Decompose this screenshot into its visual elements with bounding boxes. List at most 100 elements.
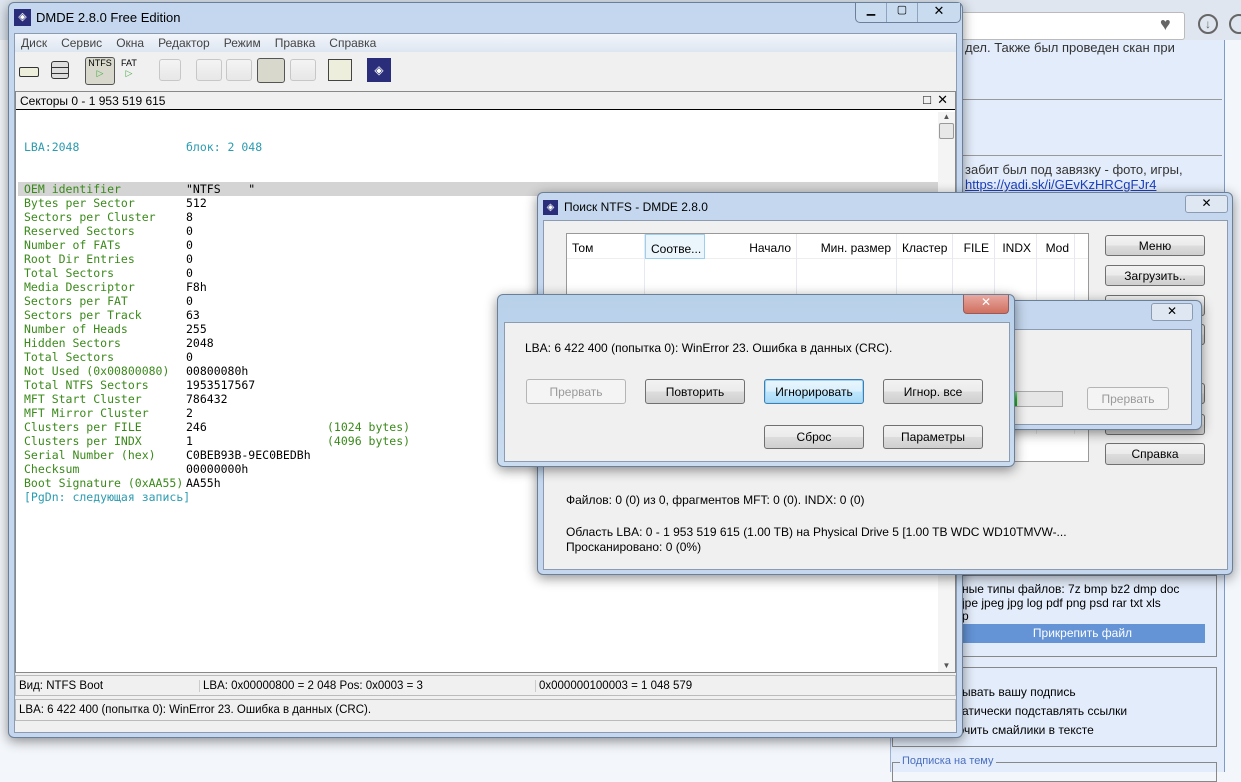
fat-search-button[interactable]: FAT ▷ xyxy=(121,58,137,79)
field-value: 0 xyxy=(186,252,193,266)
field-name: Not Used (0x00800080) xyxy=(24,364,170,378)
field-name: OEM identifier xyxy=(24,182,121,196)
menu-windows[interactable]: Окна xyxy=(116,36,144,50)
field-value: F8h xyxy=(186,280,207,294)
browser-search-box[interactable] xyxy=(955,12,1185,40)
field-name: Hidden Sectors xyxy=(24,336,121,350)
copy-sectors-icon[interactable] xyxy=(328,59,352,81)
field-name: Media Descriptor xyxy=(24,280,135,294)
load-button[interactable]: Загрузить.. xyxy=(1105,265,1205,286)
find-icon[interactable] xyxy=(290,59,316,81)
field-value: "NTFS " xyxy=(186,182,256,196)
field-name: Checksum xyxy=(24,462,80,476)
divider xyxy=(960,155,1222,156)
field-note: (4096 bytes) xyxy=(327,434,411,448)
menu-help[interactable]: Справка xyxy=(329,36,376,50)
menu-button[interactable]: Меню xyxy=(1105,235,1205,256)
post-text: забит был под завязку - фото, игры, xyxy=(965,162,1183,177)
scroll-thumb[interactable] xyxy=(939,123,954,139)
menu-edit[interactable]: Правка xyxy=(275,36,316,50)
close-button[interactable]: ✕ xyxy=(917,3,960,22)
option-signature[interactable]: ывать вашу подпись xyxy=(962,685,1076,699)
field-name: Clusters per FILE xyxy=(24,420,142,434)
app-logo-icon: ◈ xyxy=(543,200,558,215)
field-value: 2048 xyxy=(186,336,214,350)
abort-button[interactable]: Прервать xyxy=(1087,387,1169,410)
retry-button[interactable]: Повторить xyxy=(645,379,745,404)
field-name: MFT Mirror Cluster xyxy=(24,406,149,420)
field-value: 246 xyxy=(186,420,207,434)
heart-icon[interactable]: ♥ xyxy=(1160,14,1171,35)
field-name: Sectors per Cluster xyxy=(24,210,156,224)
field-name: MFT Start Cluster xyxy=(24,392,142,406)
menu-bar: Диск Сервис Окна Редактор Режим Правка С… xyxy=(15,34,956,52)
field-value: 00800080h xyxy=(186,364,249,378)
scanned-progress: Просканировано: 0 (0%) xyxy=(566,540,702,554)
field-name: Boot Signature (0xAA55) xyxy=(24,476,184,490)
field-name: Number of Heads xyxy=(24,322,128,336)
column-header[interactable]: Соотве... xyxy=(645,234,705,259)
panel-close-icon[interactable]: ✕ xyxy=(937,92,948,108)
panel-maximize-icon[interactable]: □ xyxy=(923,92,931,107)
attach-file-button[interactable]: Прикрепить файл xyxy=(960,624,1205,643)
menu-service[interactable]: Сервис xyxy=(61,36,102,50)
minimize-button[interactable]: ▁ xyxy=(856,3,886,22)
table-header: Том Соотве... Начало Мин. размер Кластер FILE… xyxy=(567,234,1088,434)
post-link[interactable]: https://yadi.sk/i/GEvKzHRCgFJr4 xyxy=(965,177,1156,192)
scan-area: Область LBA: 0 - 1 953 519 615 (1.00 TB)… xyxy=(566,525,1067,539)
divider xyxy=(960,99,1222,100)
field-value: 0 xyxy=(186,238,193,252)
field-value: 1 xyxy=(186,434,193,448)
window-title: DMDE 2.8.0 Free Edition xyxy=(36,10,181,25)
hex-view-icon[interactable] xyxy=(257,58,285,83)
status-view: Вид: NTFS Boot xyxy=(16,679,200,692)
option-links[interactable]: атически подставлять ссылки xyxy=(962,704,1127,718)
close-button[interactable]: ✕ xyxy=(963,295,1009,314)
close-button[interactable]: ✕ xyxy=(1185,195,1228,213)
new-icon[interactable] xyxy=(159,59,181,81)
field-name: Sectors per Track xyxy=(24,308,142,322)
field-name: Bytes per Sector xyxy=(24,196,135,210)
error-message: LBA: 6 422 400 (попытка 0): WinError 23.… xyxy=(525,341,893,355)
maximize-button[interactable]: ▢ xyxy=(886,3,917,22)
list-view-icon[interactable] xyxy=(226,59,252,81)
field-name: Reserved Sectors xyxy=(24,224,135,238)
field-name: Root Dir Entries xyxy=(24,252,135,266)
panel-header: Секторы 0 - 1 953 519 615 □ ✕ xyxy=(16,92,955,110)
help-button[interactable]: Справка xyxy=(1105,443,1205,465)
field-value: 255 xyxy=(186,322,207,336)
reset-button[interactable]: Сброс xyxy=(764,425,864,449)
tree-view-icon[interactable] xyxy=(196,59,222,81)
field-value: 0 xyxy=(186,350,193,364)
field-value: 63 xyxy=(186,308,200,322)
field-value: 1953517567 xyxy=(186,378,256,392)
field-name: Number of FATs xyxy=(24,238,121,252)
field-name: Clusters per INDX xyxy=(24,434,142,448)
menu-editor[interactable]: Редактор xyxy=(158,36,210,50)
status-bar: Вид: NTFS Boot LBA: 0x00000800 = 2 048 P… xyxy=(15,675,956,696)
field-name: Total Sectors xyxy=(24,266,115,280)
partitions-icon[interactable] xyxy=(51,61,69,79)
files-count: Файлов: 0 (0) из 0, фрагментов MFT: 0 (0… xyxy=(566,493,865,507)
dmde-logo-icon[interactable]: ◈ xyxy=(367,58,391,82)
field-value: 8 xyxy=(186,210,193,224)
error-dialog: ✕ LBA: 6 422 400 (попытка 0): WinError 2… xyxy=(497,294,1015,467)
field-value: 0 xyxy=(186,224,193,238)
ignore-all-button[interactable]: Игнор. все xyxy=(883,379,983,404)
ignore-button[interactable]: Игнорировать xyxy=(764,379,864,404)
file-types: ные типы файлов: 7z bmp bz2 dmp doc xyxy=(962,582,1180,596)
field-value: C0BEB93B-9EC0BEDBh xyxy=(186,448,311,462)
status-lba: LBA: 0x00000800 = 2 048 Pos: 0x0003 = 3 xyxy=(200,679,536,692)
drive-icon[interactable] xyxy=(19,67,39,77)
abort-button[interactable]: Прервать xyxy=(526,379,626,404)
block-label: блок: 2 048 xyxy=(186,140,263,154)
download-icon[interactable]: ↓ xyxy=(1198,14,1218,34)
parameters-button[interactable]: Параметры xyxy=(883,425,983,449)
ntfs-search-button[interactable]: NTFS ▷ xyxy=(85,57,115,85)
menu-mode[interactable]: Режим xyxy=(224,36,261,50)
file-types: jpe jpeg jpg log pdf png psd rar txt xls xyxy=(962,596,1161,610)
field-value: 0 xyxy=(186,294,193,308)
close-button[interactable]: ✕ xyxy=(1151,303,1193,321)
field-value: AA55h xyxy=(186,476,221,490)
menu-disk[interactable]: Диск xyxy=(21,36,47,50)
